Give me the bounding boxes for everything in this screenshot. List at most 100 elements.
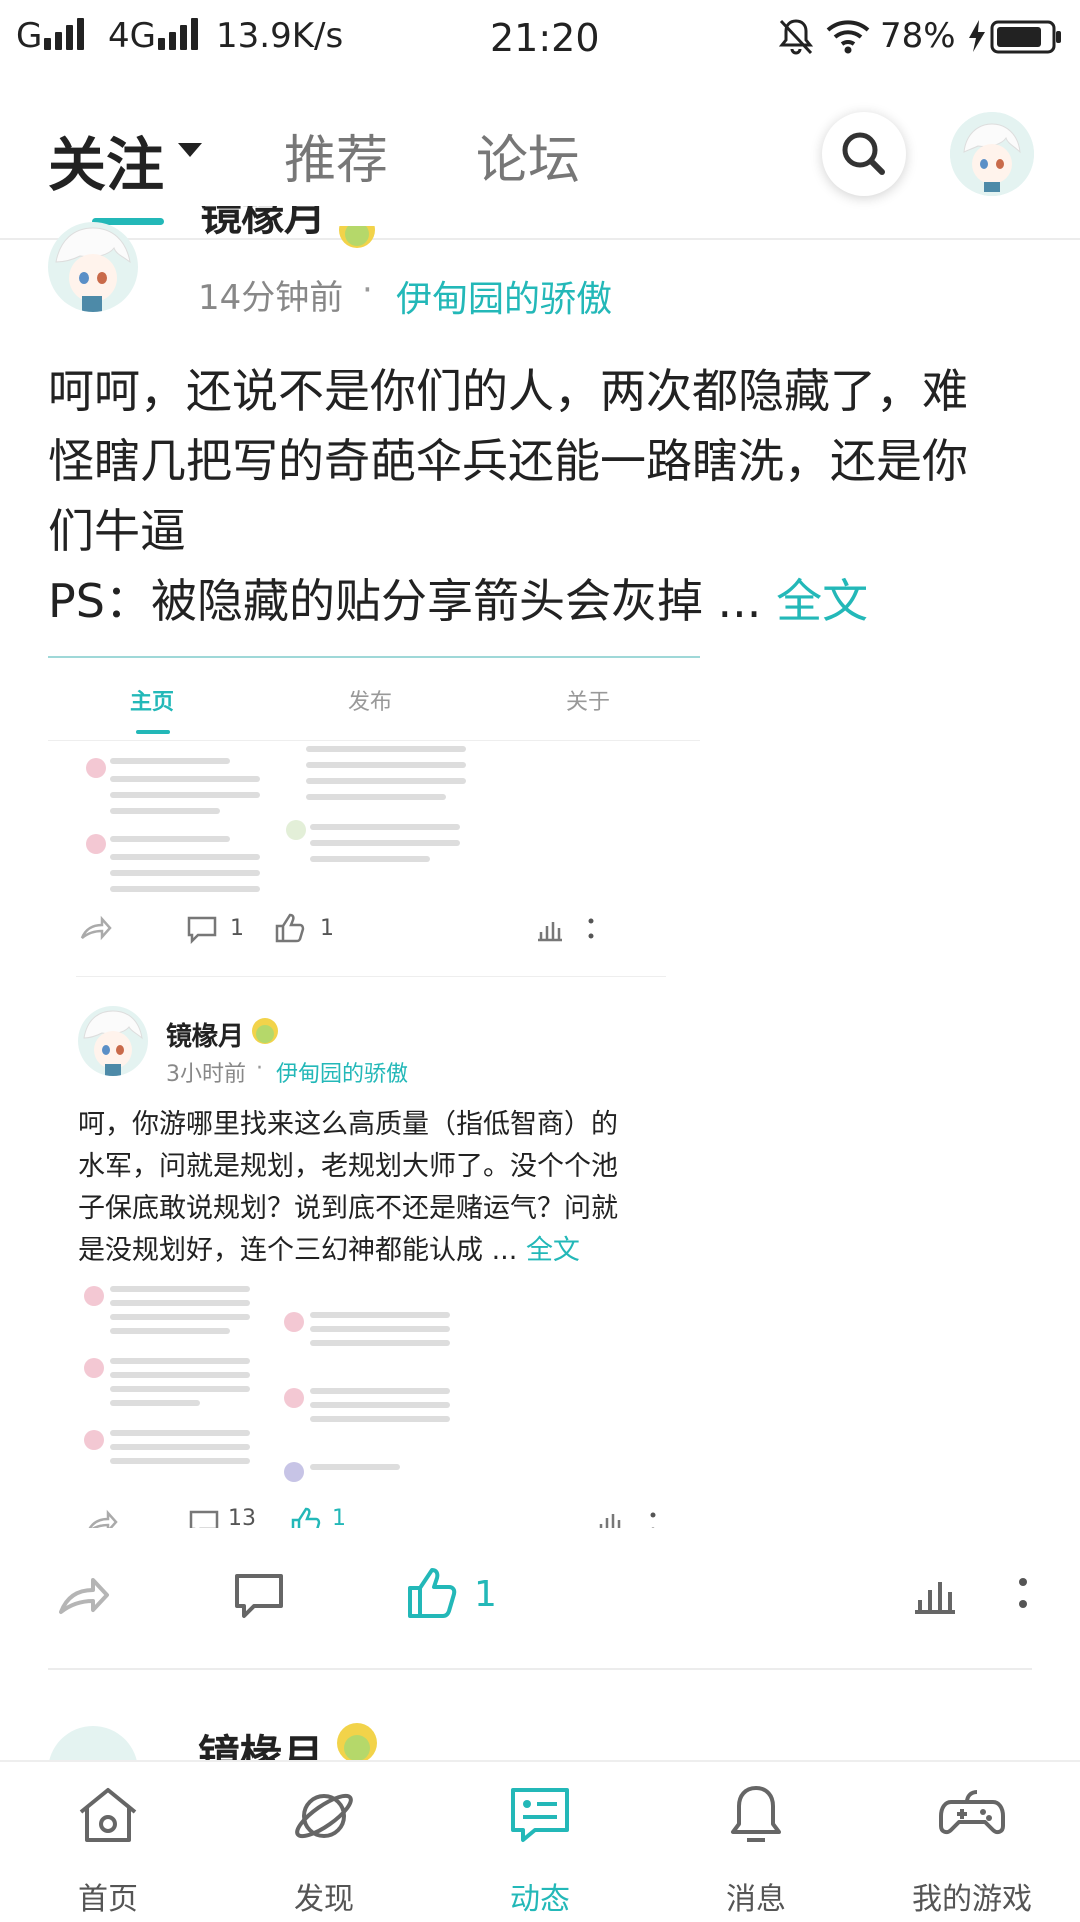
blur-line xyxy=(110,758,230,764)
blur-line xyxy=(110,1458,250,1464)
badge-icon xyxy=(252,1018,278,1044)
blur-line xyxy=(110,1400,200,1406)
signal-icon-2 xyxy=(158,18,202,52)
blur-line xyxy=(306,778,466,784)
next-post-header[interactable]: 镜椽月 xyxy=(48,1720,1080,1760)
repost-body[interactable]: 呵，你游哪里找来这么高质量（指低智商）的 水军，问就是规划，老规划大师了。没个个… xyxy=(78,1104,678,1272)
blur-line xyxy=(110,1430,250,1436)
post-body[interactable]: 呵呵，还说不是你们的人，两次都隐藏了，难 怪瞎几把写的奇葩伞兵还能一路瞎洗，还是… xyxy=(48,356,1028,636)
repost-fulltext-link[interactable]: 全文 xyxy=(526,1235,580,1266)
user-avatar[interactable] xyxy=(950,112,1034,196)
comment-count: 1 xyxy=(230,916,244,941)
meta-dot: · xyxy=(256,1056,263,1081)
like-icon xyxy=(291,1507,321,1528)
like-icon[interactable] xyxy=(406,1566,458,1620)
blur-line xyxy=(110,886,260,892)
charging-icon xyxy=(969,20,985,52)
mini-divider xyxy=(76,976,666,977)
blur-line xyxy=(110,854,260,860)
mini-avatar xyxy=(284,1462,304,1482)
embedded-screenshot[interactable]: 主页 发布 关于 1 1 xyxy=(48,656,700,978)
blur-line xyxy=(310,1388,450,1394)
like-count: 1 xyxy=(332,1506,346,1528)
more-icon[interactable] xyxy=(1016,1574,1030,1616)
repost-forum-link[interactable]: 伊甸园的骄傲 xyxy=(276,1056,408,1088)
mini-avatar xyxy=(284,1388,304,1408)
blur-line xyxy=(110,1328,230,1334)
post-author-name[interactable]: 镜椽月 xyxy=(200,206,326,240)
post-divider xyxy=(48,1668,1032,1670)
search-button[interactable] xyxy=(822,112,906,196)
repost-author-avatar[interactable] xyxy=(78,1006,148,1076)
blur-line xyxy=(110,1386,250,1392)
bottom-nav-label: 发现 xyxy=(294,1882,354,1917)
feed-icon xyxy=(511,1788,569,1842)
post-line: 呵呵，还说不是你们的人，两次都隐藏了，难 xyxy=(48,364,968,418)
blur-line xyxy=(110,808,220,814)
blur-line xyxy=(306,746,466,752)
next-post-avatar xyxy=(48,1726,138,1760)
blur-line xyxy=(310,1312,450,1318)
repost-line: 水军，问就是规划，老规划大师了。没个个池 xyxy=(78,1151,618,1182)
share-icon xyxy=(80,915,112,941)
comment-icon xyxy=(187,916,217,944)
comment-icon xyxy=(189,1510,219,1528)
blur-line xyxy=(110,792,260,798)
fulltext-link[interactable]: 全文 xyxy=(776,574,868,628)
share-icon xyxy=(88,1509,118,1528)
mini-divider xyxy=(48,740,700,741)
clock: 21:20 xyxy=(490,16,600,60)
blur-line xyxy=(310,840,460,846)
bottom-nav-label: 我的游戏 xyxy=(912,1882,1032,1917)
blur-line xyxy=(310,824,460,830)
carrier-g: G xyxy=(16,16,43,56)
nav-divider xyxy=(0,238,1080,240)
comment-icon[interactable] xyxy=(232,1570,286,1624)
anime-avatar-icon xyxy=(83,1010,143,1076)
repost-screenshot[interactable] xyxy=(78,1278,478,1482)
blur-line xyxy=(110,1286,250,1292)
like-count: 1 xyxy=(474,1574,497,1615)
stats-icon xyxy=(599,1514,621,1528)
mute-bell-icon xyxy=(778,19,814,55)
post-line: 们牛逼 xyxy=(48,504,186,558)
blur-line xyxy=(310,1402,450,1408)
blur-line xyxy=(306,762,466,768)
mini-avatar xyxy=(84,1430,104,1450)
mini-tab-publish: 发布 xyxy=(348,690,393,715)
post-time: 14分钟前 xyxy=(198,278,344,318)
mini-avatar xyxy=(86,758,106,778)
mini-avatar xyxy=(84,1286,104,1306)
share-icon[interactable] xyxy=(56,1570,112,1620)
post-author-avatar[interactable] xyxy=(48,222,138,312)
carrier-4g: 4G xyxy=(108,16,156,56)
repost-last-text: 是没规划好，连个三幻神都能认成 ... xyxy=(78,1235,518,1266)
tab-recommend[interactable]: 推荐 xyxy=(284,118,388,193)
bottom-nav-label: 消息 xyxy=(726,1882,786,1917)
tab-forum[interactable]: 论坛 xyxy=(476,118,580,193)
network-speed: 13.9K/s xyxy=(216,16,344,56)
stats-icon[interactable] xyxy=(912,1572,958,1616)
blur-line xyxy=(110,870,260,876)
blur-line xyxy=(310,1326,450,1332)
blur-line xyxy=(110,836,230,842)
battery-icon xyxy=(990,20,1061,54)
repost-line-last: 是没规划好，连个三幻神都能认成 ... 全文 xyxy=(78,1230,678,1272)
tab-following-label: 关注 xyxy=(48,131,165,199)
repost-action-bar: 13 1 xyxy=(78,1500,678,1528)
repost-author-name[interactable]: 镜椽月 xyxy=(166,1016,244,1053)
wifi-icon xyxy=(826,20,870,54)
caret-down-icon[interactable] xyxy=(176,140,204,160)
repost-time: 3小时前 xyxy=(166,1062,246,1087)
blur-line xyxy=(110,1358,250,1364)
mini-avatar xyxy=(286,820,306,840)
mini-tab-indicator xyxy=(136,730,170,734)
repost-line: 子保底敢说规划？说到底不还是赌运气？问就 xyxy=(78,1193,618,1224)
anime-avatar-icon xyxy=(950,112,1034,196)
post-forum-link[interactable]: 伊甸园的骄傲 xyxy=(396,270,612,322)
meta-dot: · xyxy=(362,270,373,310)
blur-line xyxy=(310,1416,450,1422)
planet-icon xyxy=(295,1793,353,1839)
tab-following[interactable]: 关注 xyxy=(48,118,164,202)
mini-avatar xyxy=(284,1312,304,1332)
